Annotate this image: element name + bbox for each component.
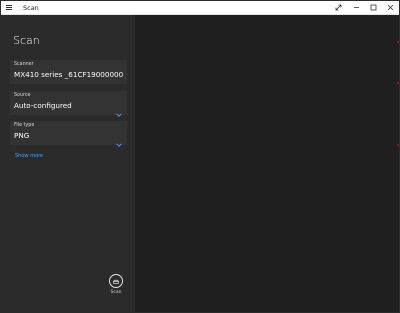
hamburger-icon[interactable] xyxy=(6,5,12,10)
preview-edge-mark xyxy=(397,82,399,84)
title-bar: Scan xyxy=(1,1,399,15)
close-icon[interactable] xyxy=(383,1,397,14)
scan-app-window: Scan Scan Scanner MX410 series _61CF1900… xyxy=(0,0,400,313)
expand-icon[interactable] xyxy=(331,1,345,14)
source-value: Auto-configured xyxy=(14,101,72,110)
chevron-down-icon xyxy=(116,132,122,147)
scanner-selector[interactable]: Scanner MX410 series _61CF19000000 xyxy=(10,60,127,84)
minimize-icon[interactable] xyxy=(349,1,363,14)
scanner-value: MX410 series _61CF19000000 xyxy=(14,70,124,79)
chevron-down-icon xyxy=(116,102,122,117)
preview-area xyxy=(135,15,399,312)
page-title: Scan xyxy=(13,34,40,47)
preview-edge-mark xyxy=(397,144,399,146)
scanner-label: Scanner xyxy=(14,62,34,67)
file-type-dropdown[interactable]: File type PNG xyxy=(10,121,127,147)
window-title: Scan xyxy=(23,4,39,12)
source-label: Source xyxy=(14,93,31,98)
scan-button-label: Scan xyxy=(110,290,122,295)
maximize-icon[interactable] xyxy=(366,1,380,14)
settings-panel: Scan Scanner MX410 series _61CF19000000 … xyxy=(1,15,135,312)
file-type-label: File type xyxy=(14,123,35,128)
show-more-link[interactable]: Show more xyxy=(15,153,43,159)
source-dropdown[interactable]: Source Auto-configured xyxy=(10,91,127,117)
preview-edge-mark xyxy=(397,41,399,43)
scan-button[interactable] xyxy=(109,274,123,288)
scanner-icon xyxy=(113,279,119,284)
file-type-value: PNG xyxy=(14,131,30,140)
